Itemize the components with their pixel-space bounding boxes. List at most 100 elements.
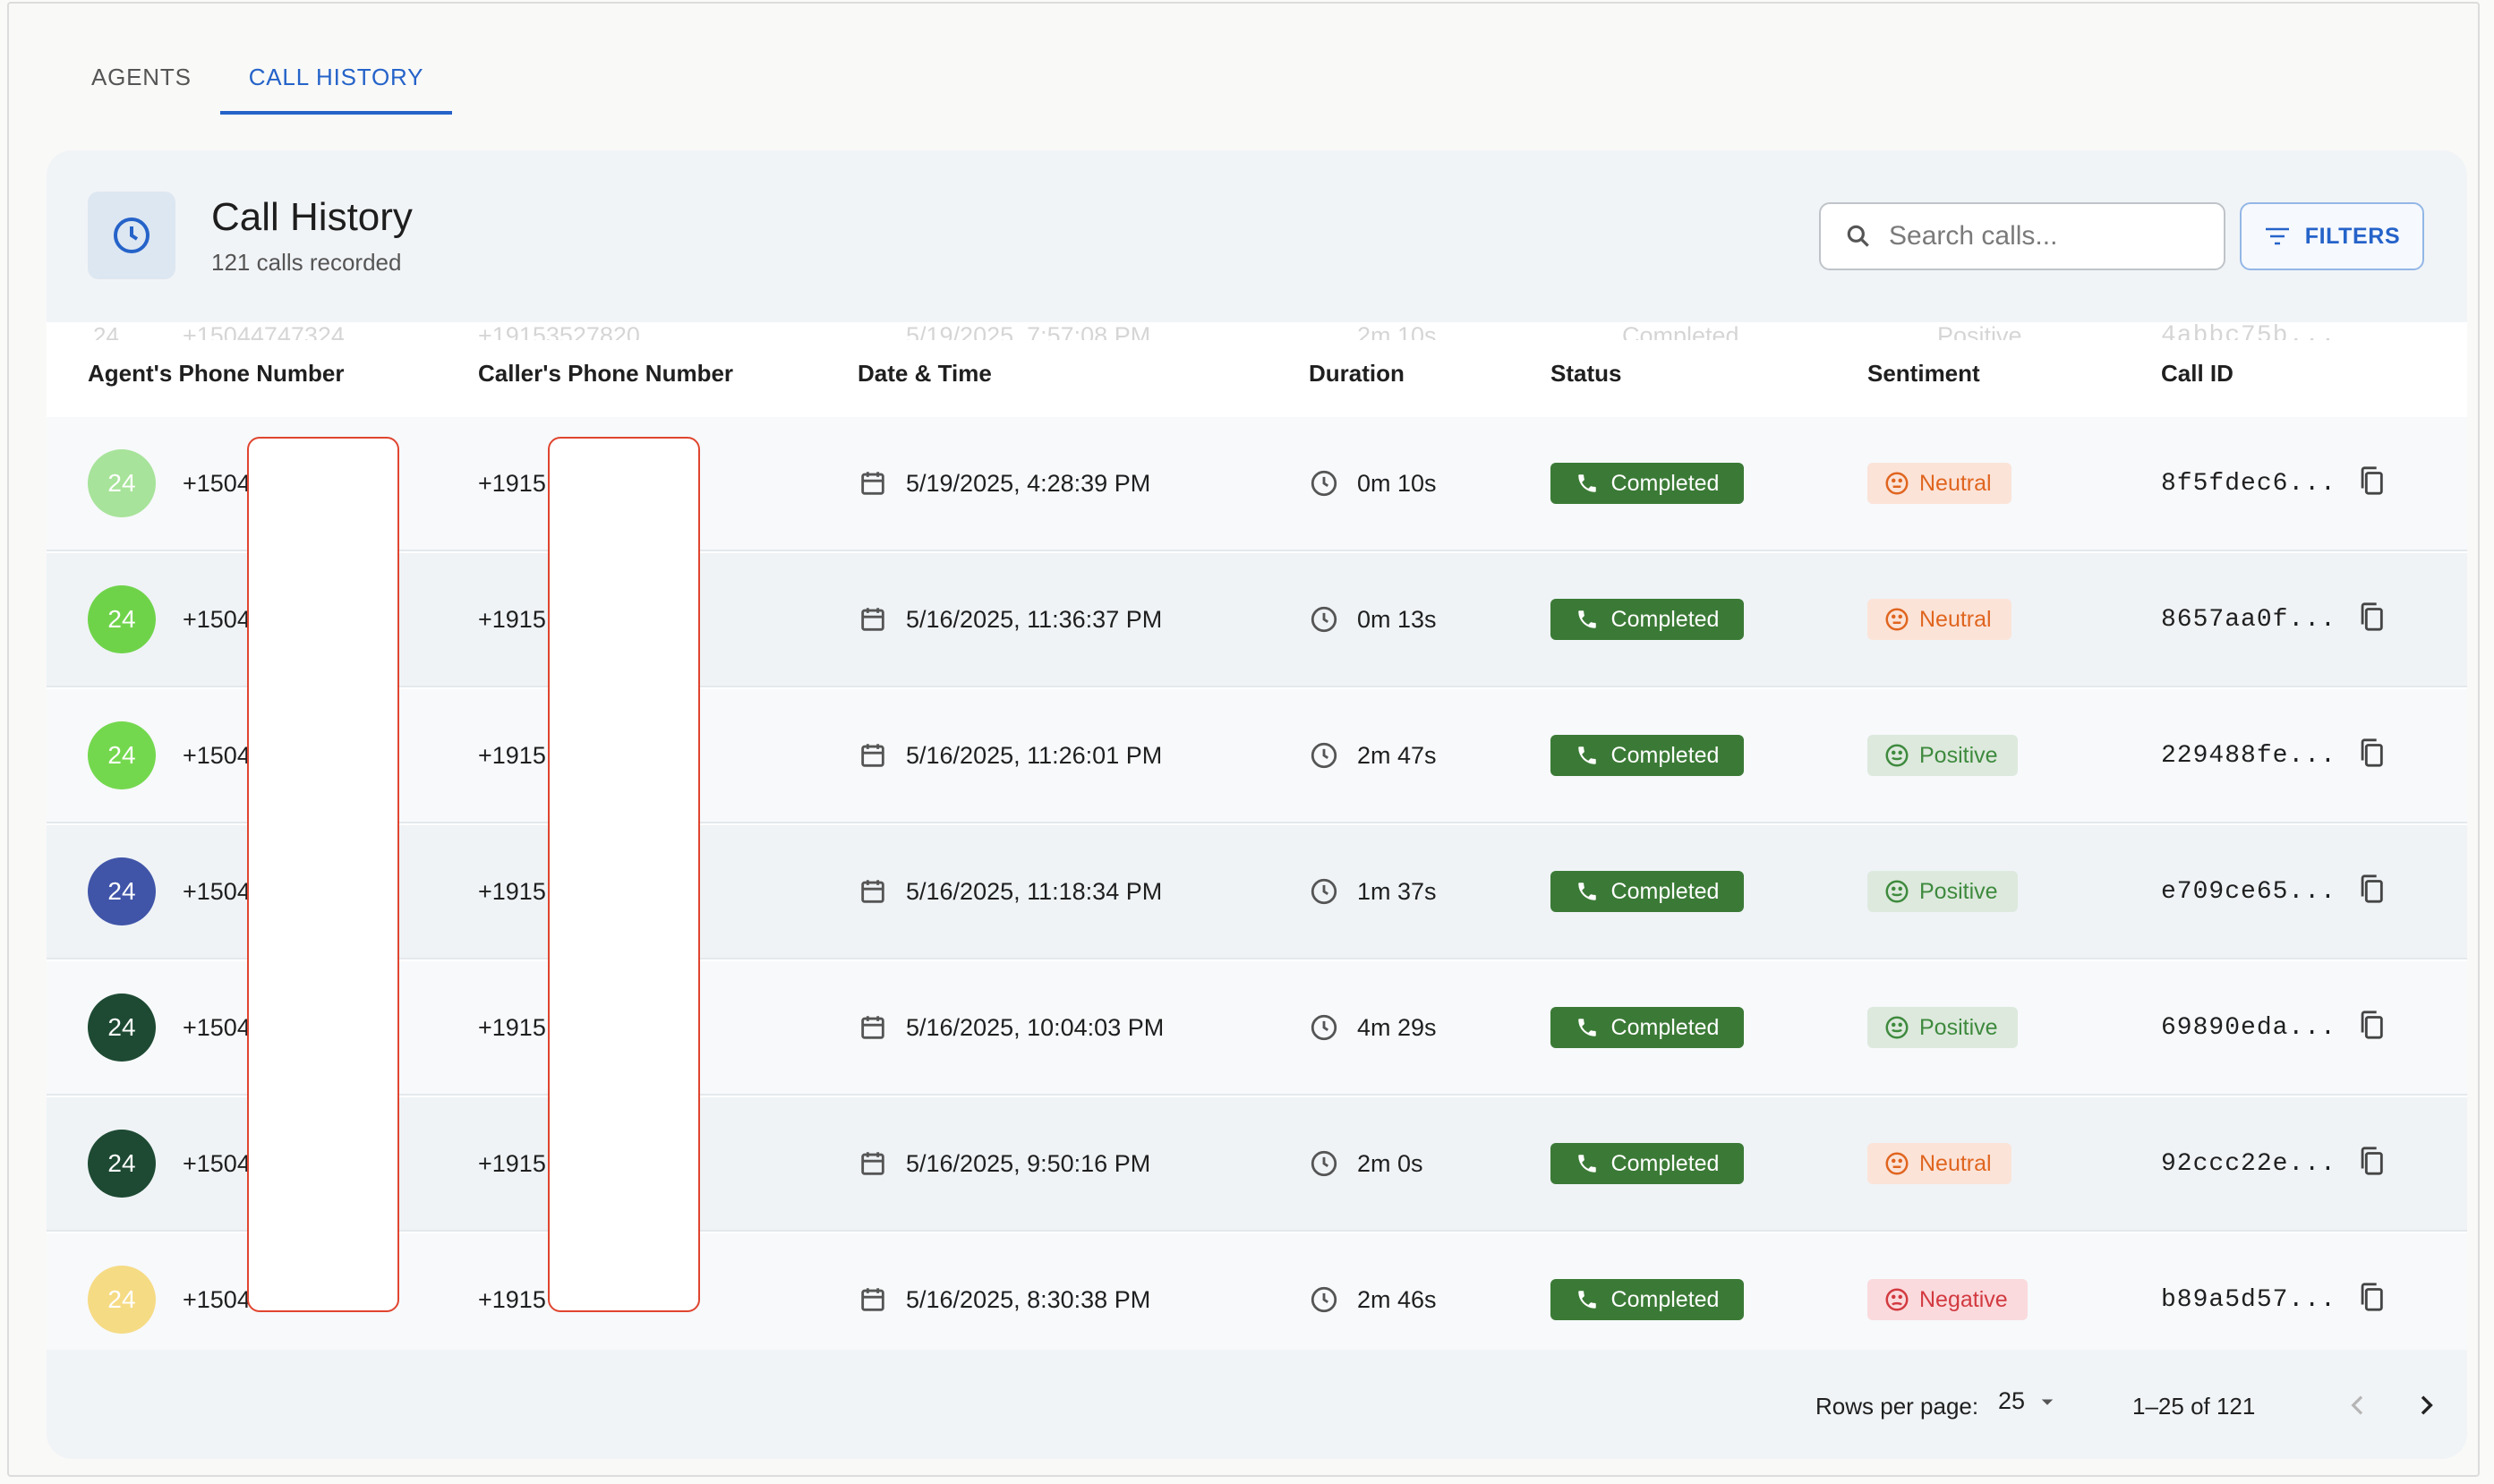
redaction-box-caller bbox=[548, 437, 700, 1312]
call-id: b89a5d57... bbox=[2161, 1285, 2336, 1314]
copy-call-id-button[interactable] bbox=[2356, 1008, 2387, 1048]
col-date-time[interactable]: Date & Time bbox=[858, 360, 992, 388]
call-id-cell: 92ccc22e... bbox=[2161, 1097, 2387, 1230]
date-time: 5/19/2025, 4:28:39 PM bbox=[906, 469, 1151, 497]
avatar: 24 bbox=[88, 1130, 156, 1198]
col-sentiment[interactable]: Sentiment bbox=[1867, 360, 1980, 388]
col-agent-phone[interactable]: Agent's Phone Number bbox=[88, 360, 344, 388]
table-row[interactable]: 24 +1504 +1915 5/16/2025, 11:36:37 PM 0m 13s… bbox=[47, 553, 2467, 687]
pagination-footer: Rows per page: 25 1–25 of 121 bbox=[47, 1352, 2467, 1459]
avatar-cell: 24 bbox=[88, 825, 156, 958]
search-icon bbox=[1847, 225, 1869, 247]
sentiment-label: Neutral bbox=[1919, 1150, 1992, 1176]
prev-page-button[interactable] bbox=[2331, 1378, 2385, 1432]
calls-table: 24 +15044747324 +19153527820 5/19/2025, … bbox=[47, 322, 2467, 1350]
agent-phone: +1504 bbox=[183, 605, 251, 633]
col-duration[interactable]: Duration bbox=[1309, 360, 1405, 388]
date-time: 5/16/2025, 8:30:38 PM bbox=[906, 1285, 1151, 1313]
clock-icon bbox=[1311, 1286, 1337, 1313]
sentiment-cell: Negative bbox=[1867, 1233, 2028, 1350]
date-time: 5/16/2025, 11:26:01 PM bbox=[906, 741, 1163, 769]
copy-call-id-button[interactable] bbox=[2356, 464, 2387, 504]
copy-call-id-button[interactable] bbox=[2356, 600, 2387, 640]
calendar-icon bbox=[861, 1016, 884, 1039]
col-caller-phone[interactable]: Caller's Phone Number bbox=[478, 360, 733, 388]
copy-icon bbox=[2361, 1146, 2383, 1175]
avatar: 24 bbox=[88, 449, 156, 517]
status-cell: Completed bbox=[1550, 417, 1744, 550]
header-icon-box bbox=[88, 192, 175, 279]
status-badge: Completed bbox=[1550, 871, 1744, 912]
copy-icon bbox=[2361, 465, 2383, 495]
sentiment-label: Negative bbox=[1919, 1286, 2008, 1312]
copy-icon bbox=[2361, 738, 2383, 767]
caller-phone: +1915 bbox=[478, 469, 546, 497]
sentiment-label: Positive bbox=[1919, 1014, 1998, 1040]
duration: 0m 10s bbox=[1357, 469, 1437, 497]
table-row[interactable]: 24 +1504 +1915 5/19/2025, 4:28:39 PM 0m 10s C… bbox=[47, 417, 2467, 551]
redaction-box-agent bbox=[247, 437, 399, 1312]
copy-call-id-button[interactable] bbox=[2356, 1144, 2387, 1184]
copy-icon bbox=[2361, 1010, 2383, 1039]
page-range: 1–25 of 121 bbox=[2132, 1393, 2256, 1420]
status-badge: Completed bbox=[1550, 1143, 1744, 1184]
positive-face-icon bbox=[1885, 880, 1909, 903]
caller-phone: +1915 bbox=[478, 877, 546, 905]
duration: 4m 29s bbox=[1357, 1013, 1437, 1041]
table-row[interactable]: 24 +1504 +1915 5/16/2025, 8:30:38 PM 2m 46s C… bbox=[47, 1233, 2467, 1350]
call-id-cell: e709ce65... bbox=[2161, 825, 2387, 958]
table-row[interactable]: 24 +1504 +1915 5/16/2025, 9:50:16 PM 2m 0s Co… bbox=[47, 1097, 2467, 1232]
sentiment-badge: Neutral bbox=[1867, 599, 2011, 640]
date-time-cell: 5/16/2025, 11:26:01 PM bbox=[858, 689, 1162, 822]
status-label: Completed bbox=[1610, 1150, 1720, 1176]
copy-call-id-button[interactable] bbox=[2356, 736, 2387, 776]
agent-phone: +1504 bbox=[183, 741, 251, 769]
neutral-face-icon bbox=[1885, 608, 1909, 631]
copy-call-id-button[interactable] bbox=[2356, 1280, 2387, 1320]
status-badge: Completed bbox=[1550, 1007, 1744, 1048]
sentiment-cell: Neutral bbox=[1867, 553, 2011, 686]
call-id: 69890eda... bbox=[2161, 1013, 2336, 1042]
col-call-id[interactable]: Call ID bbox=[2161, 360, 2233, 388]
calls-count: 121 calls recorded bbox=[211, 249, 402, 276]
table-header: Agent's Phone Number Caller's Phone Numb… bbox=[47, 340, 2467, 417]
avatar-cell: 24 bbox=[88, 961, 156, 1094]
table-row[interactable]: 24 +1504 +1915 5/16/2025, 11:26:01 PM 2m 47s… bbox=[47, 689, 2467, 823]
avatar-cell: 24 bbox=[88, 689, 156, 822]
duration: 2m 46s bbox=[1357, 1285, 1437, 1313]
duration: 2m 0s bbox=[1357, 1149, 1423, 1177]
tab-call-history[interactable]: CALL HISTORY bbox=[219, 39, 453, 115]
table-row[interactable]: 24 +1504 +1915 5/16/2025, 11:18:34 PM 1m 37s… bbox=[47, 825, 2467, 959]
rows-per-page-select[interactable]: 25 bbox=[1998, 1387, 2061, 1415]
duration-cell: 2m 0s bbox=[1309, 1097, 1423, 1230]
filters-button[interactable]: FILTERS bbox=[2240, 202, 2424, 270]
date-time-cell: 5/16/2025, 10:04:03 PM bbox=[858, 961, 1164, 1094]
sentiment-badge: Negative bbox=[1867, 1279, 2028, 1320]
copy-call-id-button[interactable] bbox=[2356, 872, 2387, 912]
sentiment-label: Positive bbox=[1919, 878, 1998, 904]
neutral-face-icon bbox=[1885, 1152, 1909, 1175]
search-box[interactable] bbox=[1819, 202, 2225, 270]
search-input[interactable] bbox=[1887, 220, 2213, 252]
phone-icon bbox=[1577, 883, 1596, 900]
call-id: e709ce65... bbox=[2161, 877, 2336, 906]
call-id: 8f5fdec6... bbox=[2161, 469, 2336, 498]
call-id-cell: b89a5d57... bbox=[2161, 1233, 2387, 1350]
agent-phone: +1504 bbox=[183, 1149, 251, 1177]
next-page-button[interactable] bbox=[2399, 1378, 2453, 1432]
calendar-icon bbox=[861, 880, 884, 903]
status-cell: Completed bbox=[1550, 825, 1744, 958]
status-badge: Completed bbox=[1550, 735, 1744, 776]
call-id: 8657aa0f... bbox=[2161, 605, 2336, 634]
positive-face-icon bbox=[1885, 1016, 1909, 1039]
calendar-icon bbox=[861, 472, 884, 495]
tab-agents[interactable]: AGENTS bbox=[63, 39, 220, 115]
clock-icon bbox=[1311, 1014, 1337, 1041]
table-row[interactable]: 24 +1504 +1915 5/16/2025, 10:04:03 PM 4m 29s… bbox=[47, 961, 2467, 1096]
calendar-icon bbox=[861, 1152, 884, 1175]
filter-icon bbox=[2265, 227, 2289, 245]
filters-label: FILTERS bbox=[2304, 223, 2401, 249]
col-status[interactable]: Status bbox=[1550, 360, 1621, 388]
date-time: 5/16/2025, 11:18:34 PM bbox=[906, 877, 1163, 905]
copy-icon bbox=[2361, 1282, 2383, 1311]
